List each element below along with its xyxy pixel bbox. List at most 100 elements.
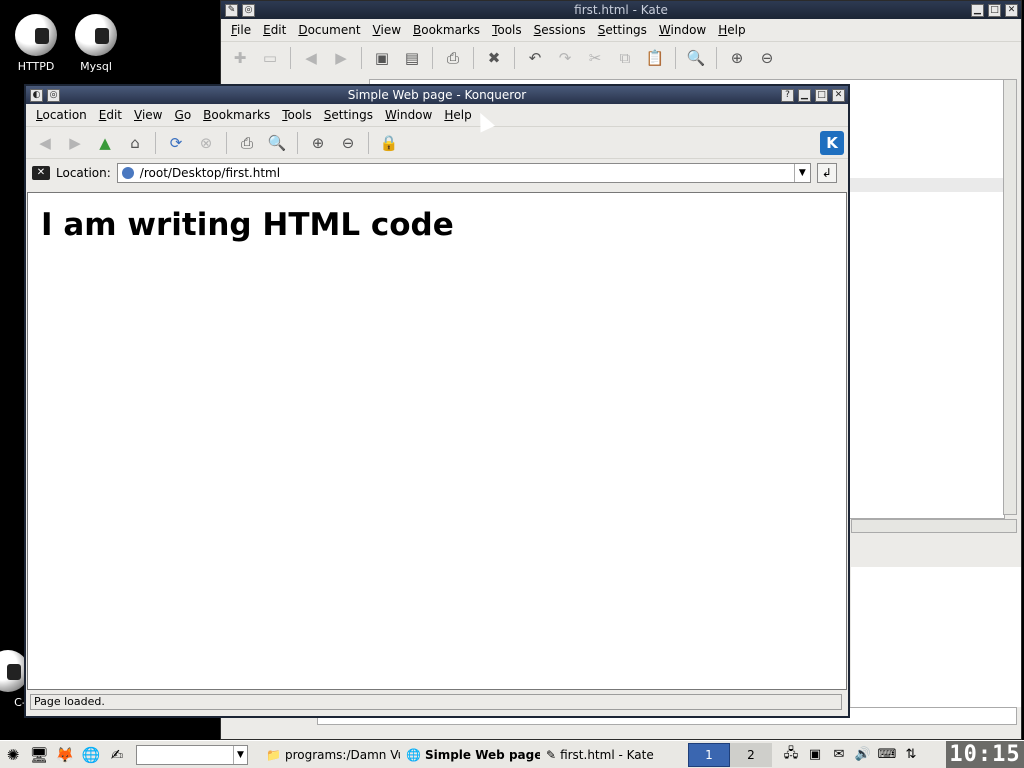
- task-kate[interactable]: ✎ first.html - Kate: [540, 744, 680, 766]
- menu-document[interactable]: Document: [292, 23, 366, 37]
- sticky-icon[interactable]: ◎: [242, 3, 255, 17]
- volume-icon[interactable]: 🔊: [852, 745, 874, 765]
- sticky-icon[interactable]: ◎: [47, 88, 60, 102]
- editor-icon[interactable]: ✍: [104, 743, 130, 767]
- kmenu-icon[interactable]: ✺: [0, 743, 26, 767]
- forward-icon[interactable]: ▶: [62, 131, 88, 155]
- print-icon[interactable]: ⎙: [440, 46, 466, 70]
- menu-edit[interactable]: Edit: [257, 23, 292, 37]
- desktop-icon-label: Mysql: [80, 60, 112, 73]
- task-label: first.html - Kate: [560, 747, 654, 762]
- security-lock-icon[interactable]: 🔒: [376, 131, 402, 155]
- open-file-icon[interactable]: ▭: [257, 46, 283, 70]
- chevron-down-icon[interactable]: ▼: [793, 163, 810, 182]
- window-title: Simple Web page - Konqueror: [347, 88, 527, 102]
- firefox-icon[interactable]: 🦊: [52, 743, 78, 767]
- folder-icon: 📁: [266, 747, 281, 762]
- minimize-button[interactable]: ▁: [798, 88, 811, 102]
- menu-go[interactable]: Go: [169, 108, 198, 122]
- kate-horizontal-scrollbar[interactable]: [851, 519, 1017, 533]
- menu-bookmarks[interactable]: Bookmarks: [407, 23, 486, 37]
- menu-settings[interactable]: Settings: [318, 108, 379, 122]
- find-icon[interactable]: 🔍: [264, 131, 290, 155]
- desktop-icon-mysql[interactable]: Mysql: [66, 14, 126, 73]
- konqueror-window[interactable]: ◐ ◎ Simple Web page - Konqueror ? ▁ □ ✕ …: [24, 84, 850, 718]
- undo-icon[interactable]: ↶: [522, 46, 548, 70]
- menu-help[interactable]: Help: [438, 108, 477, 122]
- maximize-button[interactable]: □: [988, 3, 1001, 17]
- menu-location[interactable]: Location: [30, 108, 93, 122]
- toolbar-separator: [226, 131, 227, 154]
- kate-titlebar[interactable]: ✎ ◎ first.html - Kate ▁ □ ✕: [221, 1, 1021, 19]
- menu-window[interactable]: Window: [379, 108, 438, 122]
- location-value: /root/Desktop/first.html: [139, 165, 281, 180]
- menu-file[interactable]: File: [225, 23, 257, 37]
- clock[interactable]: 10:15: [946, 740, 1024, 768]
- back-icon[interactable]: ◀: [32, 131, 58, 155]
- pager-desktop-2[interactable]: 2: [730, 742, 772, 767]
- mail-icon[interactable]: ✉: [828, 745, 850, 765]
- zoom-out-icon[interactable]: ⊖: [754, 46, 780, 70]
- pager-desktop-1[interactable]: 1: [688, 742, 730, 767]
- konqueror-titlebar[interactable]: ◐ ◎ Simple Web page - Konqueror ? ▁ □ ✕: [26, 86, 848, 104]
- new-file-icon[interactable]: ✚: [227, 46, 253, 70]
- konqueror-icon: 🌐: [406, 747, 421, 762]
- close-button[interactable]: ✕: [832, 88, 845, 102]
- minimize-button[interactable]: ▁: [971, 3, 984, 17]
- menu-view[interactable]: View: [128, 108, 168, 122]
- save-icon[interactable]: ▣: [369, 46, 395, 70]
- menu-sessions[interactable]: Sessions: [528, 23, 592, 37]
- zoom-in-icon[interactable]: ⊕: [305, 131, 331, 155]
- print-icon[interactable]: ⎙: [234, 131, 260, 155]
- menu-window[interactable]: Window: [653, 23, 712, 37]
- menu-help[interactable]: Help: [712, 23, 751, 37]
- window-menu-icon[interactable]: ◐: [30, 88, 43, 102]
- menu-edit[interactable]: Edit: [93, 108, 128, 122]
- desktop-icon-httpd[interactable]: HTTPD: [6, 14, 66, 73]
- network-icon[interactable]: 🖧: [780, 745, 802, 765]
- browser-globe-icon[interactable]: 🌐: [78, 743, 104, 767]
- location-input[interactable]: /root/Desktop/first.html ▼: [116, 162, 811, 183]
- menu-settings[interactable]: Settings: [592, 23, 653, 37]
- task-konqueror[interactable]: 🌐 Simple Web page -: [400, 744, 540, 766]
- clear-location-icon[interactable]: ✕: [32, 165, 50, 180]
- toolbar-separator: [290, 46, 291, 69]
- keyboard-layout-icon[interactable]: ⌨: [876, 745, 898, 765]
- maximize-button[interactable]: □: [815, 88, 828, 102]
- connection-icon[interactable]: ⇅: [900, 745, 922, 765]
- toolbar-separator: [432, 46, 433, 69]
- monitor-icon[interactable]: ▣: [804, 745, 826, 765]
- back-icon[interactable]: ◀: [298, 46, 324, 70]
- redo-icon[interactable]: ↷: [552, 46, 578, 70]
- page-viewport[interactable]: I am writing HTML code: [27, 192, 847, 690]
- stop-icon[interactable]: ⊗: [193, 131, 219, 155]
- menu-bookmarks[interactable]: Bookmarks: [197, 108, 276, 122]
- find-icon[interactable]: 🔍: [683, 46, 709, 70]
- close-button[interactable]: ✕: [1005, 3, 1018, 17]
- kate-vertical-scrollbar[interactable]: [1003, 79, 1017, 515]
- paste-icon[interactable]: 📋: [642, 46, 668, 70]
- task-programs[interactable]: 📁 programs:/Damn Vuln: [260, 744, 400, 766]
- kate-menubar: File Edit Document View Bookmarks Tools …: [221, 19, 1021, 41]
- toolbar-separator: [675, 46, 676, 69]
- task-label: Simple Web page -: [424, 747, 540, 762]
- zoom-in-icon[interactable]: ⊕: [724, 46, 750, 70]
- go-button[interactable]: ↲: [816, 162, 837, 183]
- menu-view[interactable]: View: [367, 23, 407, 37]
- close-doc-icon[interactable]: ✖: [481, 46, 507, 70]
- chevron-down-icon[interactable]: ▼: [233, 745, 247, 764]
- menu-tools[interactable]: Tools: [486, 23, 528, 37]
- help-icon[interactable]: ?: [781, 88, 794, 102]
- taskbar-command-input[interactable]: ▼: [136, 744, 248, 765]
- reload-icon[interactable]: ⟳: [163, 131, 189, 155]
- menu-tools[interactable]: Tools: [276, 108, 318, 122]
- up-icon[interactable]: ▲: [92, 131, 118, 155]
- cut-icon[interactable]: ✂: [582, 46, 608, 70]
- window-menu-icon[interactable]: ✎: [225, 3, 238, 17]
- show-desktop-icon[interactable]: 🖥: [26, 743, 52, 767]
- forward-icon[interactable]: ▶: [328, 46, 354, 70]
- home-icon[interactable]: ⌂: [122, 131, 148, 155]
- zoom-out-icon[interactable]: ⊖: [335, 131, 361, 155]
- save-as-icon[interactable]: ▤: [399, 46, 425, 70]
- copy-icon[interactable]: ⧉: [612, 46, 638, 70]
